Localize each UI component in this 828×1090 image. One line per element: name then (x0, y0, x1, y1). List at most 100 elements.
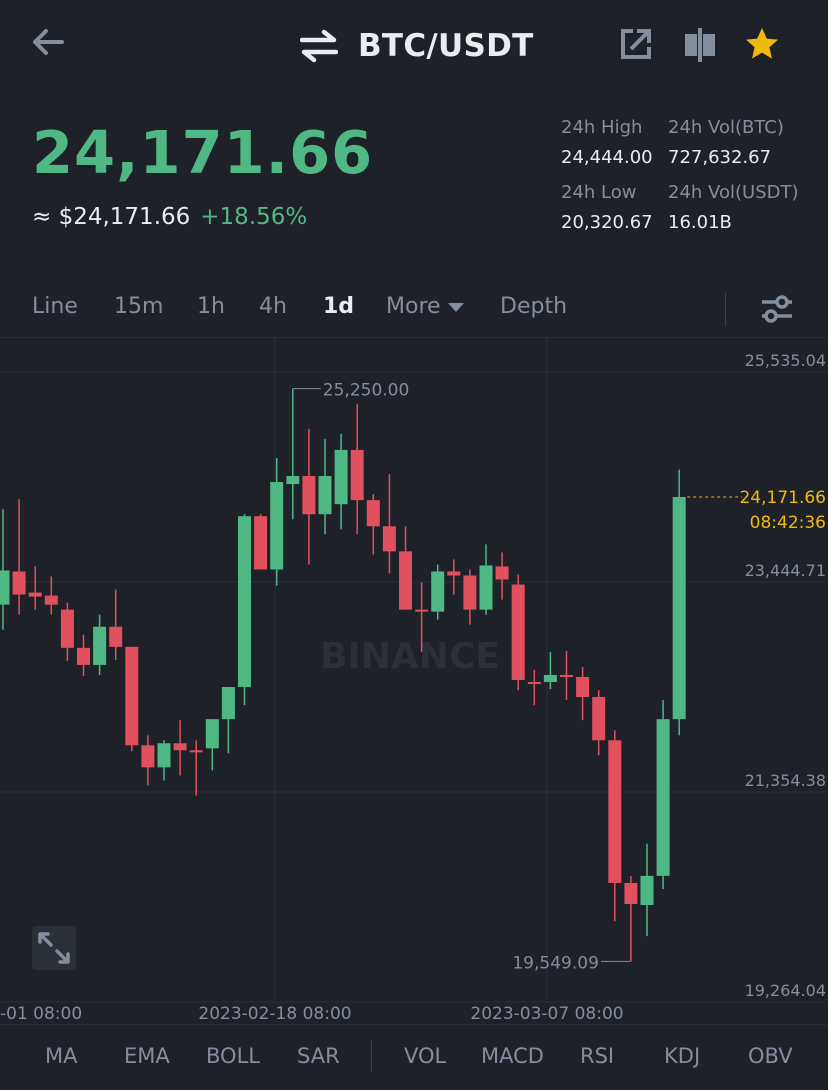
candle-body (109, 626, 123, 647)
candle-body (286, 476, 300, 485)
candle-countdown: 08:42:36 (750, 513, 826, 533)
caret-down-icon (447, 303, 464, 312)
candle-body (302, 476, 316, 515)
candle-body (543, 674, 557, 682)
y-tick-label: 19,264.04 (745, 981, 826, 1000)
candle-body (608, 740, 622, 883)
candle-body (254, 516, 268, 570)
candle-body (205, 719, 219, 749)
price-approx: ≈ $24,171.66 +18.56% (32, 204, 307, 230)
candle-body (334, 449, 348, 505)
candle-body (141, 745, 155, 768)
candle-body (366, 500, 380, 527)
vol-usdt-label: 24h Vol(USDT) (668, 182, 799, 203)
timeframe-tabs: Line 15m 1h 4h 1d More Depth (0, 288, 828, 332)
binance-watermark: BINANCE (320, 636, 500, 677)
indicator-obv[interactable]: OBV (748, 1044, 793, 1068)
candle-body (479, 565, 493, 610)
tab-4h[interactable]: 4h (259, 294, 287, 319)
candle-body (350, 449, 364, 501)
tab-15m[interactable]: 15m (114, 294, 163, 319)
candle-body (527, 681, 541, 684)
candlestick-chart[interactable]: 25,535.04 23,444.71 21,354.38 19,264.04 BINA… (0, 338, 828, 1028)
candle-body (399, 551, 412, 610)
low-value: 20,320.67 (561, 212, 653, 233)
x-tick-label: 2023-02-18 08:00 (198, 1004, 351, 1024)
change-percent: +18.56% (200, 204, 308, 230)
candle-body (189, 750, 203, 753)
indicator-rsi[interactable]: RSI (580, 1044, 614, 1068)
candle-body (12, 571, 26, 595)
vol-btc-label: 24h Vol(BTC) (668, 117, 784, 138)
candle-body (125, 646, 139, 746)
candle-body (0, 570, 10, 605)
candle-body (431, 571, 445, 612)
tab-divider (725, 292, 726, 326)
candle-body (60, 609, 74, 648)
candle-body (447, 571, 461, 576)
pair-selector[interactable]: BTC/USDT (300, 26, 534, 66)
tab-more-label: More (386, 294, 441, 319)
tab-line[interactable]: Line (32, 294, 78, 319)
candle-body (238, 516, 251, 688)
y-tick-label: 21,354.38 (745, 771, 826, 790)
indicator-ema[interactable]: EMA (124, 1044, 170, 1068)
candle-body (415, 609, 429, 612)
candle-body (656, 719, 670, 876)
high-value: 24,444.00 (561, 147, 653, 168)
low-label: 24h Low (561, 182, 637, 203)
candle-body (173, 743, 187, 751)
candle-body (44, 595, 58, 605)
indicator-divider (0, 1024, 828, 1025)
y-tick-label: 25,535.04 (745, 351, 826, 370)
indicator-vol[interactable]: VOL (404, 1044, 446, 1068)
candle-body (511, 584, 525, 680)
candle-body (463, 575, 477, 610)
candle-body (28, 592, 42, 597)
indicator-ma[interactable]: MA (45, 1044, 77, 1068)
candle-body (221, 687, 235, 720)
x-tick-label: 2023-03-07 08:00 (470, 1004, 623, 1024)
expand-icon (38, 932, 70, 964)
back-arrow-icon[interactable] (28, 22, 68, 62)
candle-body (157, 743, 171, 768)
vol-usdt-value: 16.01B (668, 212, 732, 233)
candle-body (318, 476, 332, 515)
last-price: 24,171.66 (32, 118, 374, 187)
candle-body (93, 626, 107, 665)
pair-title: BTC/USDT (358, 28, 534, 64)
high-label: 24h High (561, 117, 643, 138)
star-icon[interactable] (744, 26, 780, 62)
indicator-macd[interactable]: MACD (481, 1044, 544, 1068)
tab-depth[interactable]: Depth (500, 294, 567, 319)
compare-icon[interactable] (682, 26, 718, 62)
candle-body (77, 647, 90, 665)
candle-body (672, 496, 686, 720)
y-tick-label: 23,444.71 (745, 561, 826, 580)
indicator-separator (371, 1040, 372, 1072)
tab-more[interactable]: More (386, 294, 465, 319)
indicator-sar[interactable]: SAR (297, 1044, 340, 1068)
low-marker-label: 19,549.09 (512, 953, 599, 973)
candle-body (640, 875, 654, 906)
candle-body (560, 674, 573, 677)
high-marker-label: 25,250.00 (323, 381, 410, 401)
x-tick-label: -01 08:00 (0, 1004, 82, 1024)
candle-body (624, 882, 638, 905)
indicator-kdj[interactable]: KDJ (664, 1044, 700, 1068)
candle-body (495, 566, 509, 580)
candle-body (592, 697, 606, 741)
candle-body (270, 482, 284, 570)
candle-body (382, 526, 396, 552)
fullscreen-button[interactable] (32, 926, 76, 970)
share-icon[interactable] (618, 26, 654, 62)
vol-btc-value: 727,632.67 (668, 147, 772, 168)
candle-body (576, 676, 590, 698)
swap-arrows-icon (300, 29, 338, 63)
tab-1h[interactable]: 1h (197, 294, 225, 319)
approx-usd: ≈ $24,171.66 (32, 204, 191, 230)
current-price-tag: 24,171.66 (739, 488, 826, 508)
chart-settings-icon[interactable] (758, 290, 796, 328)
tab-1d[interactable]: 1d (323, 294, 354, 319)
indicator-boll[interactable]: BOLL (206, 1044, 260, 1068)
